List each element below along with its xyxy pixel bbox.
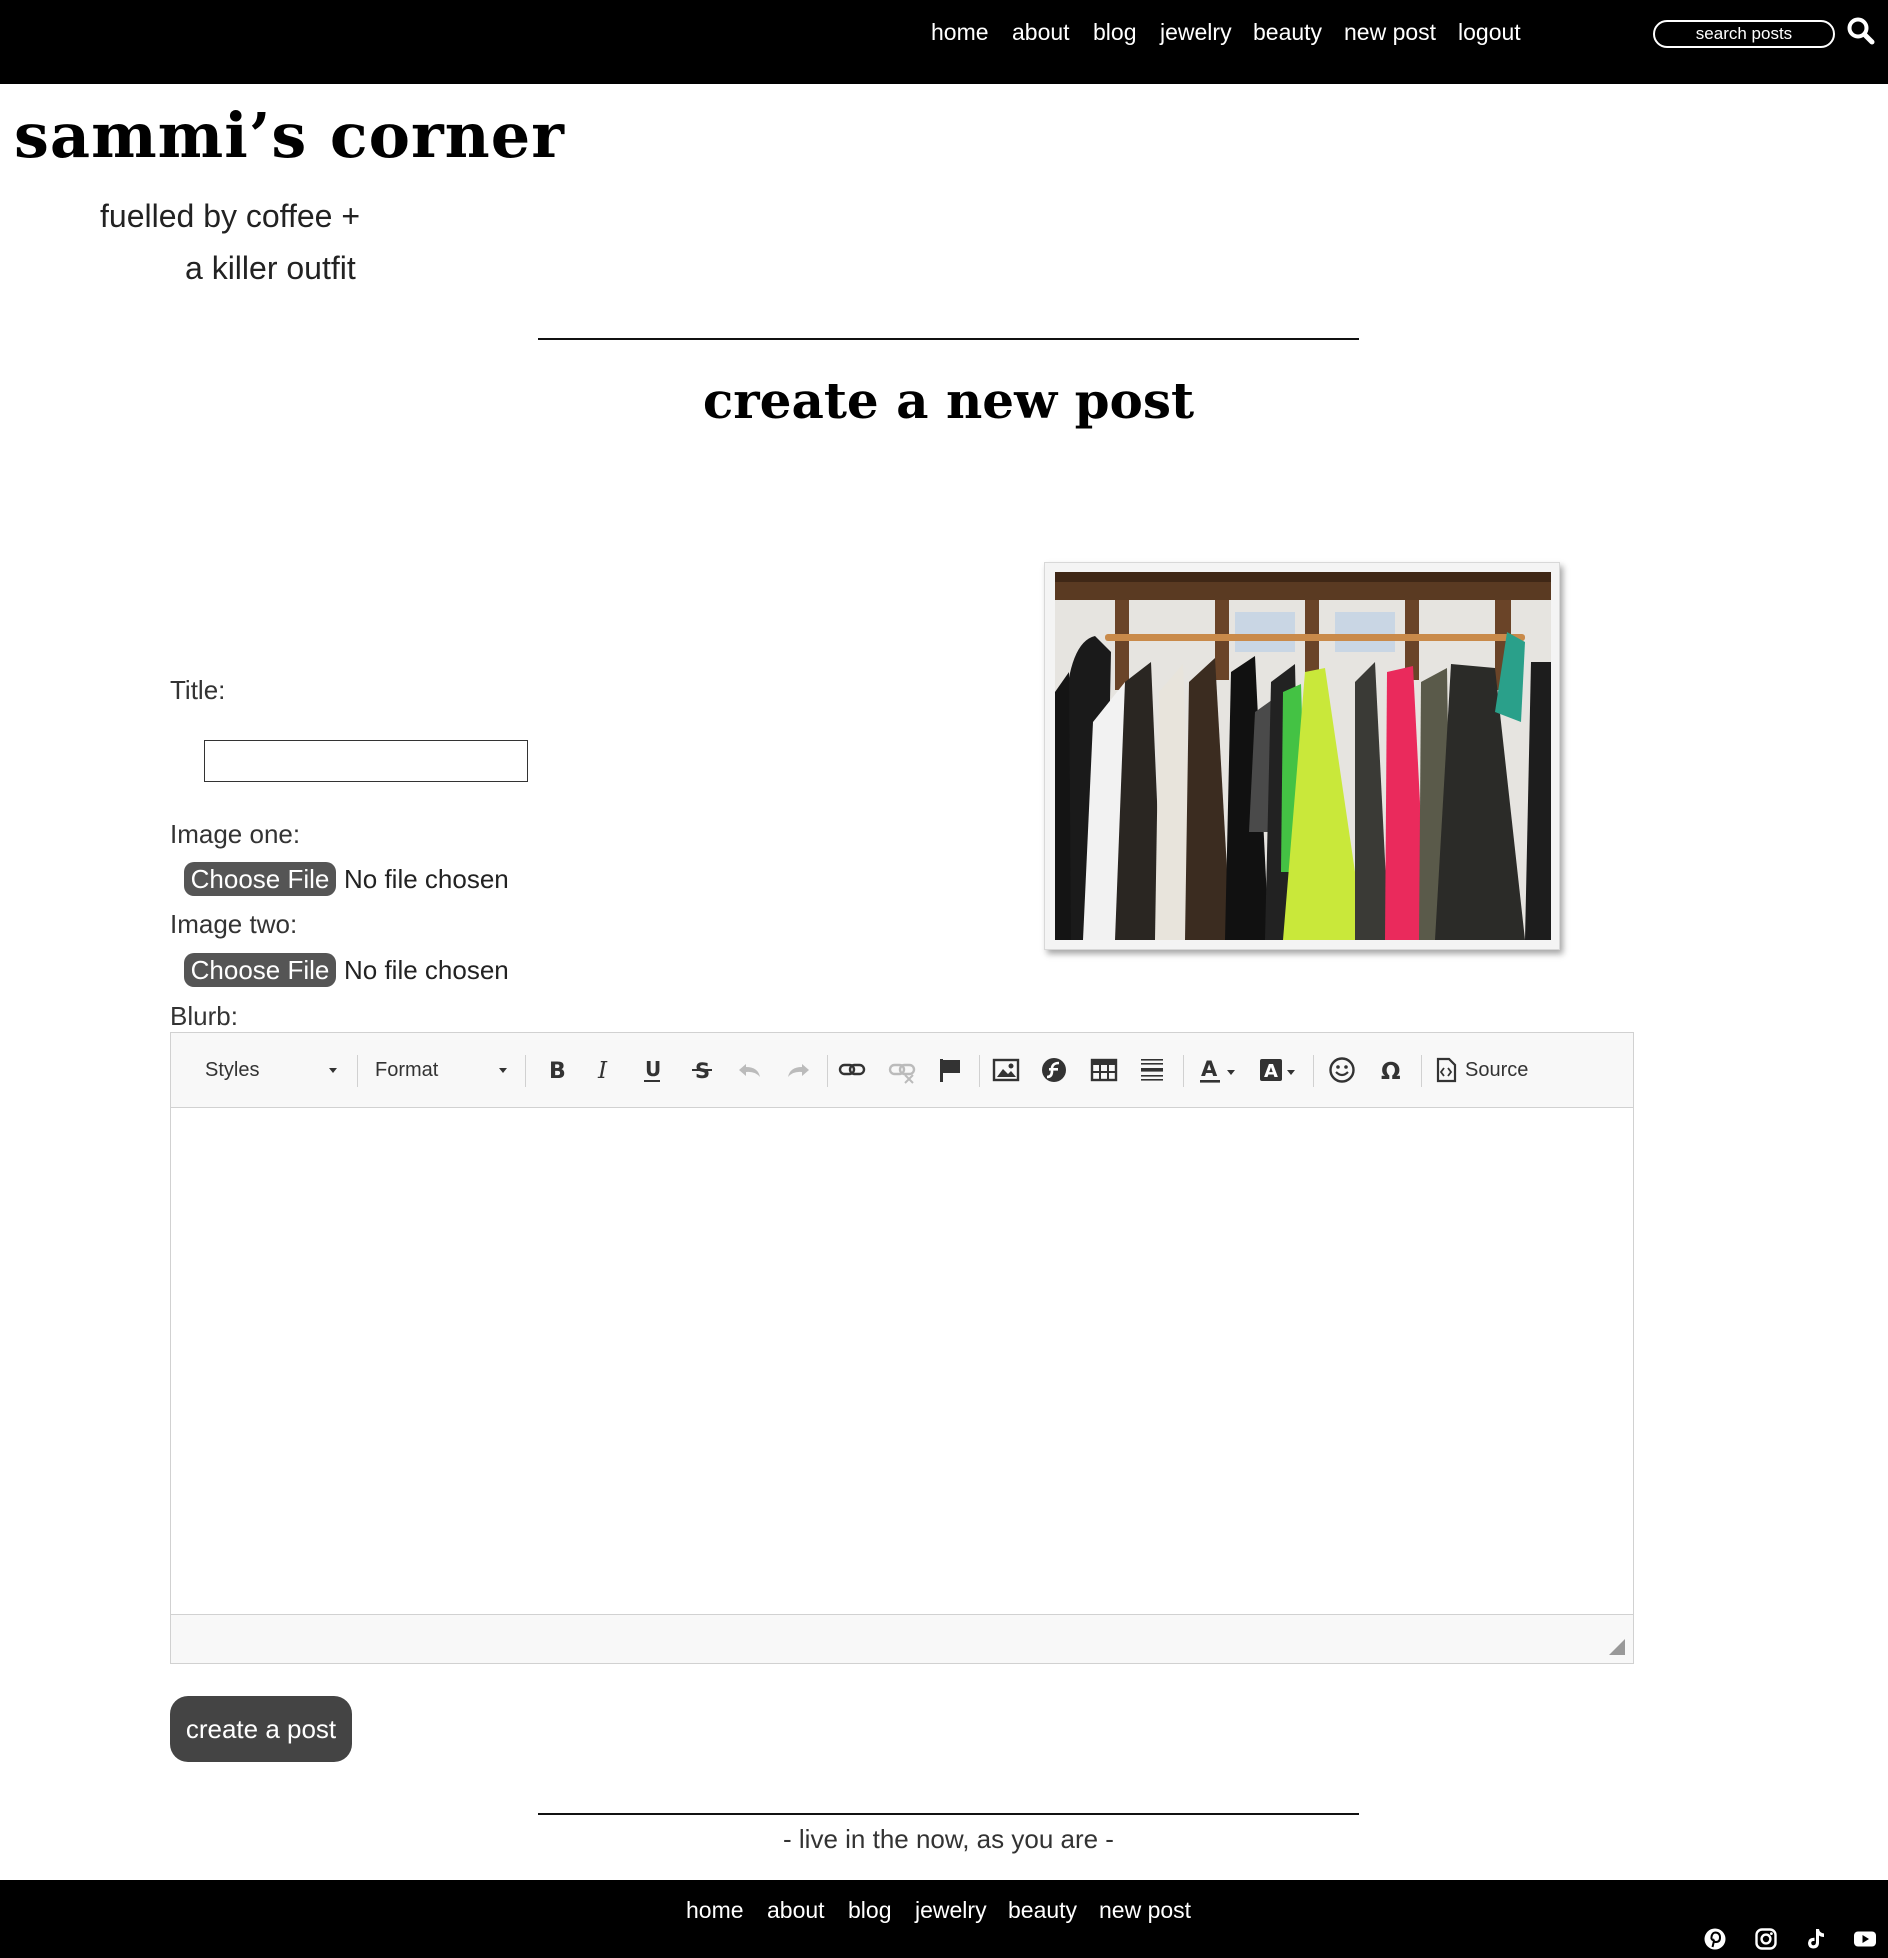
format-dropdown-label: Format	[375, 1059, 439, 1081]
image-one-file-status: No file chosen	[344, 864, 509, 894]
title-label: Title:	[170, 675, 226, 705]
image-one-label: Image one:	[170, 819, 301, 849]
footer-bar: home about blog jewelry beauty new post	[0, 1880, 1888, 1958]
clothing-rack-photo	[1055, 572, 1551, 940]
background-color-icon[interactable]: A	[1257, 1055, 1301, 1085]
site-title: sammi’s corner	[14, 99, 565, 172]
bottom-divider	[538, 1813, 1359, 1815]
redo-icon[interactable]	[783, 1055, 813, 1085]
clothing-rack-photo-frame	[1044, 562, 1560, 950]
svg-text:I: I	[597, 1058, 608, 1084]
pinterest-icon[interactable]	[1704, 1928, 1726, 1950]
text-color-icon[interactable]: A	[1197, 1055, 1241, 1085]
chevron-down-icon	[329, 1068, 337, 1073]
strikethrough-icon[interactable]: S	[687, 1055, 717, 1085]
image-icon[interactable]	[991, 1055, 1021, 1085]
footer-link-new-post[interactable]: new post	[1099, 1896, 1191, 1924]
toolbar-separator	[1421, 1055, 1422, 1087]
styles-dropdown[interactable]: Styles	[187, 1055, 359, 1085]
bold-icon[interactable]: B	[541, 1055, 571, 1085]
svg-text:Ω: Ω	[1381, 1059, 1401, 1085]
underline-icon[interactable]: U	[637, 1055, 667, 1085]
undo-icon[interactable]	[735, 1055, 765, 1085]
editor-toolbar: Styles Format B I U S	[171, 1033, 1633, 1108]
chevron-down-icon	[499, 1068, 507, 1073]
footer-link-home[interactable]: home	[686, 1896, 744, 1924]
tagline-line-1: fuelled by coffee +	[100, 198, 361, 234]
italic-icon[interactable]: I	[589, 1055, 619, 1085]
footer-link-blog[interactable]: blog	[848, 1896, 891, 1924]
footer-link-jewelry[interactable]: jewelry	[915, 1896, 987, 1924]
smiley-icon[interactable]	[1327, 1055, 1357, 1085]
toolbar-separator	[357, 1055, 358, 1087]
toolbar-separator	[1313, 1055, 1314, 1087]
footer-link-beauty[interactable]: beauty	[1008, 1896, 1077, 1924]
svg-text:B: B	[549, 1059, 566, 1084]
search-input[interactable]	[1655, 22, 1833, 46]
horizontal-rule-icon[interactable]	[1137, 1055, 1167, 1085]
format-dropdown[interactable]: Format	[367, 1055, 539, 1085]
nav-link-blog[interactable]: blog	[1093, 18, 1136, 46]
special-character-icon[interactable]: Ω	[1377, 1055, 1407, 1085]
source-button-label: Source	[1465, 1059, 1529, 1081]
editor-status-bar	[171, 1614, 1633, 1663]
table-icon[interactable]	[1089, 1055, 1119, 1085]
footer-motto: - live in the now, as you are -	[783, 1824, 1114, 1854]
anchor-flag-icon[interactable]	[935, 1055, 965, 1085]
search-icon[interactable]	[1846, 16, 1876, 46]
source-document-icon	[1436, 1057, 1457, 1083]
nav-link-logout[interactable]: logout	[1458, 18, 1521, 46]
tiktok-icon[interactable]	[1805, 1928, 1827, 1950]
page-title: create a new post	[702, 371, 1195, 430]
nav-link-beauty[interactable]: beauty	[1253, 18, 1322, 46]
tagline-line-2: a killer outfit	[185, 250, 356, 286]
image-two-file-status: No file chosen	[344, 955, 509, 985]
youtube-icon[interactable]	[1853, 1928, 1876, 1950]
flash-embed-icon[interactable]	[1039, 1055, 1069, 1085]
blurb-label: Blurb:	[170, 1001, 238, 1031]
instagram-icon[interactable]	[1755, 1928, 1777, 1950]
image-two-choose-file-button[interactable]: Choose File	[184, 953, 336, 987]
unlink-icon[interactable]	[887, 1055, 917, 1085]
rich-text-editor: Styles Format B I U S	[170, 1032, 1634, 1664]
title-input[interactable]	[204, 740, 528, 782]
editor-content-area[interactable]	[171, 1108, 1633, 1616]
toolbar-separator	[979, 1055, 980, 1087]
source-button[interactable]: Source	[1435, 1055, 1555, 1085]
nav-link-jewelry[interactable]: jewelry	[1160, 18, 1232, 46]
nav-link-home[interactable]: home	[931, 18, 989, 46]
footer-link-about[interactable]: about	[767, 1896, 825, 1924]
toolbar-separator	[525, 1055, 526, 1087]
svg-text:A: A	[1201, 1057, 1218, 1081]
svg-text:A: A	[1264, 1061, 1278, 1082]
nav-link-about[interactable]: about	[1012, 18, 1070, 46]
toolbar-separator	[827, 1055, 828, 1087]
styles-dropdown-label: Styles	[205, 1059, 260, 1081]
resize-handle-icon[interactable]	[1609, 1639, 1625, 1655]
toolbar-separator	[1183, 1055, 1184, 1087]
top-navbar: home about blog jewelry beauty new post …	[0, 0, 1888, 84]
svg-text:U: U	[645, 1057, 661, 1081]
create-post-button[interactable]: create a post	[170, 1696, 352, 1762]
image-one-choose-file-button[interactable]: Choose File	[184, 862, 336, 896]
search-box	[1653, 20, 1835, 48]
image-two-label: Image two:	[170, 909, 298, 939]
top-divider	[538, 338, 1359, 340]
nav-link-new-post[interactable]: new post	[1344, 18, 1436, 46]
link-icon[interactable]	[837, 1055, 867, 1085]
